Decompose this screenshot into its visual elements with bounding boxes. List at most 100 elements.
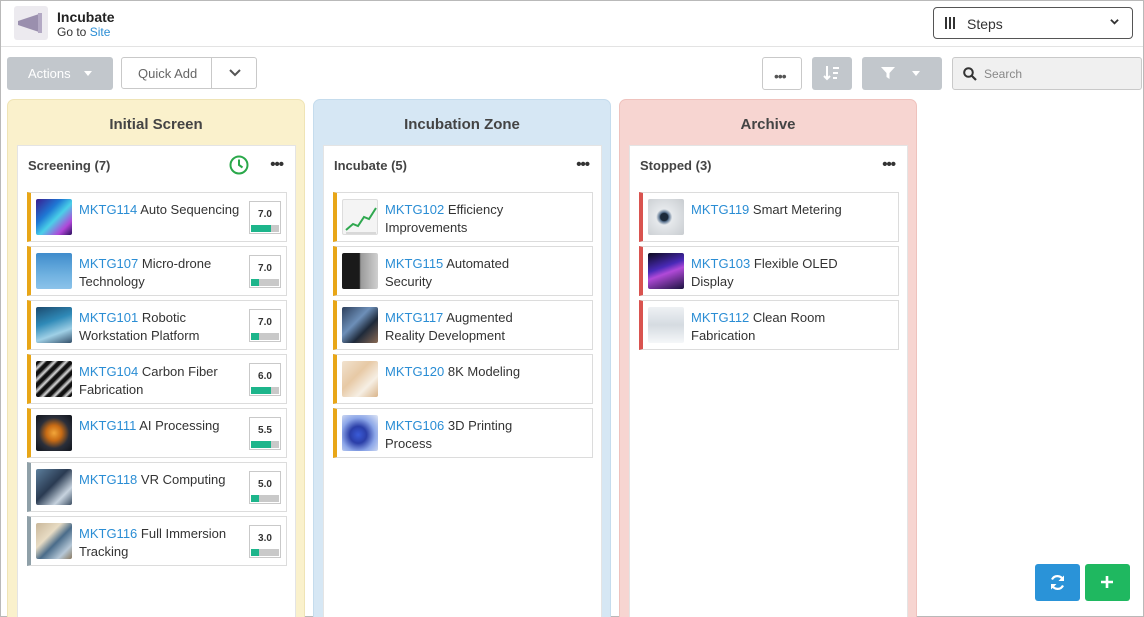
card[interactable]: MKTG106 3D Printing Process (333, 408, 593, 458)
card[interactable]: MKTG114 Auto Sequencing 7.0 (27, 192, 287, 242)
card-thumbnail (648, 253, 684, 289)
card-id-link[interactable]: MKTG112 (691, 310, 749, 325)
lane-name: Stopped (640, 158, 692, 173)
card[interactable]: MKTG107 Micro-drone Technology 7.0 (27, 246, 287, 296)
score-bar (251, 441, 279, 448)
actions-button[interactable]: Actions (7, 57, 113, 90)
score-badge: 5.5 (249, 417, 281, 450)
card-title: VR Computing (140, 472, 226, 487)
card-id-link[interactable]: MKTG114 (79, 202, 137, 217)
chevron-down-icon[interactable] (228, 67, 242, 79)
search-icon (963, 67, 977, 81)
app-title: Incubate (57, 9, 115, 25)
card-id-link[interactable]: MKTG104 (79, 364, 138, 379)
card[interactable]: MKTG112 Clean Room Fabrication (639, 300, 899, 350)
sort-icon (823, 66, 839, 81)
score-value: 5.0 (258, 479, 272, 490)
more-options-button[interactable]: ••• (762, 57, 802, 90)
column-initial-screen: Initial Screen Screening (7) ••• MKTG114… (7, 99, 305, 617)
view-select[interactable]: Steps (933, 7, 1133, 39)
card-id-link[interactable]: MKTG119 (691, 202, 749, 217)
card-title: Smart Metering (752, 202, 842, 217)
card-thumbnail (342, 361, 378, 397)
card-text: MKTG114 Auto Sequencing (79, 201, 243, 219)
clock-icon[interactable] (229, 155, 249, 175)
card[interactable]: MKTG116 Full Immersion Tracking 3.0 (27, 516, 287, 566)
card[interactable]: MKTG118 VR Computing 5.0 (27, 462, 287, 512)
score-fill (251, 333, 260, 340)
card-title: AI Processing (139, 418, 220, 433)
lane-menu-ellipsis-icon[interactable]: ••• (882, 156, 896, 173)
goto-site-line: Go to Site (57, 25, 110, 39)
refresh-button[interactable] (1035, 564, 1080, 601)
card-thumbnail (36, 307, 72, 343)
card[interactable]: MKTG101 Robotic Workstation Platform 7.0 (27, 300, 287, 350)
score-bar (251, 549, 279, 556)
column-incubation-zone: Incubation Zone Incubate (5) ••• MKTG102… (313, 99, 611, 617)
card-text: MKTG104 Carbon Fiber Fabrication (79, 363, 243, 399)
goto-prefix: Go to (57, 25, 87, 39)
quick-add-button[interactable]: Quick Add (138, 66, 197, 81)
card-thumbnail (648, 199, 684, 235)
card-text: MKTG117 Augmented Reality Development (385, 309, 549, 345)
lane-screening: Screening (7) ••• MKTG114 Auto Sequencin… (17, 145, 296, 617)
card[interactable]: MKTG119 Smart Metering (639, 192, 899, 242)
card-id-link[interactable]: MKTG106 (385, 418, 444, 433)
score-bar (251, 387, 279, 394)
card-thumbnail (342, 199, 378, 235)
filter-button[interactable] (862, 57, 942, 90)
card[interactable]: MKTG102 Efficiency Improvements (333, 192, 593, 242)
score-value: 7.0 (258, 263, 272, 274)
card-id-link[interactable]: MKTG102 (385, 202, 444, 217)
card[interactable]: MKTG117 Augmented Reality Development (333, 300, 593, 350)
add-button[interactable] (1085, 564, 1130, 601)
search-input[interactable] (984, 65, 1134, 83)
card-text: MKTG107 Micro-drone Technology (79, 255, 243, 291)
card-text: MKTG111 AI Processing (79, 417, 243, 435)
card-id-link[interactable]: MKTG111 (79, 418, 136, 433)
card-thumbnail (342, 253, 378, 289)
score-bar (251, 279, 279, 286)
site-link[interactable]: Site (90, 25, 111, 39)
card-id-link[interactable]: MKTG120 (385, 364, 444, 379)
card-id-link[interactable]: MKTG103 (691, 256, 750, 271)
card-id-link[interactable]: MKTG101 (79, 310, 138, 325)
card-id-link[interactable]: MKTG115 (385, 256, 443, 271)
score-badge: 7.0 (249, 309, 281, 342)
lane-name: Incubate (334, 158, 388, 173)
lane-count: (3) (695, 158, 712, 173)
score-badge: 7.0 (249, 201, 281, 234)
card-id-link[interactable]: MKTG116 (79, 526, 137, 541)
score-value: 6.0 (258, 371, 272, 382)
card-id-link[interactable]: MKTG118 (79, 472, 137, 487)
column-title: Initial Screen (109, 116, 203, 133)
card[interactable]: MKTG104 Carbon Fiber Fabrication 6.0 (27, 354, 287, 404)
lane-count: (5) (391, 158, 407, 173)
lane-stopped: Stopped (3) ••• MKTG119 Smart Metering M… (629, 145, 908, 617)
card-text: MKTG112 Clean Room Fabrication (691, 309, 855, 345)
view-select-value: Steps (967, 16, 1003, 32)
card[interactable]: MKTG115 Automated Security (333, 246, 593, 296)
plus-icon (1101, 576, 1113, 588)
sort-button[interactable] (812, 57, 852, 90)
card-id-link[interactable]: MKTG117 (385, 310, 443, 325)
score-value: 5.5 (258, 425, 272, 436)
column-title: Incubation Zone (404, 116, 520, 133)
card-thumbnail (36, 253, 72, 289)
card-thumbnail (648, 307, 684, 343)
lane-menu-ellipsis-icon[interactable]: ••• (270, 156, 284, 173)
lane-menu-ellipsis-icon[interactable]: ••• (576, 156, 590, 173)
ellipsis-icon: ••• (774, 68, 787, 84)
card[interactable]: MKTG111 AI Processing 5.5 (27, 408, 287, 458)
caret-down-icon (912, 71, 920, 76)
card[interactable]: MKTG103 Flexible OLED Display (639, 246, 899, 296)
score-badge: 5.0 (249, 471, 281, 504)
card[interactable]: MKTG120 8K Modeling (333, 354, 593, 404)
card-text: MKTG101 Robotic Workstation Platform (79, 309, 243, 345)
card-id-link[interactable]: MKTG107 (79, 256, 138, 271)
score-value: 3.0 (258, 533, 272, 544)
score-fill (251, 549, 260, 556)
chevron-down-icon (1110, 19, 1119, 25)
card-thumbnail (342, 307, 378, 343)
card-text: MKTG118 VR Computing (79, 471, 243, 489)
